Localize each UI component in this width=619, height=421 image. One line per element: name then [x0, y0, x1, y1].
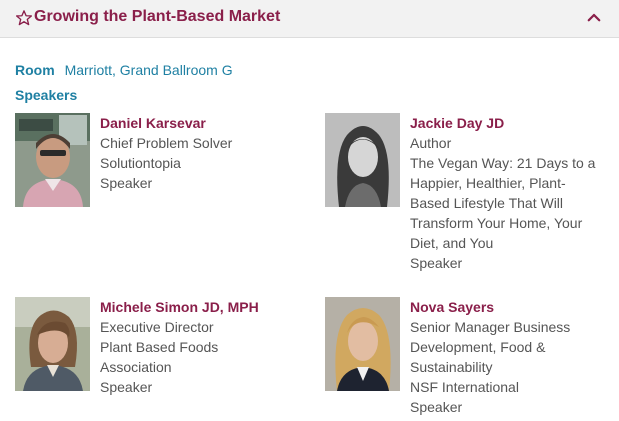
- speaker-detail: Based Lifestyle That Will: [410, 195, 564, 211]
- speaker-title: Executive Director: [100, 319, 214, 335]
- speaker-name[interactable]: Jackie Day JD: [410, 113, 595, 133]
- speaker-organization: NSF International: [410, 379, 519, 395]
- speaker-photo[interactable]: [325, 113, 400, 207]
- star-outline-icon[interactable]: [15, 9, 33, 27]
- speaker-card: Jackie Day JD Author The Vegan Way: 21 D…: [325, 113, 615, 278]
- speaker-role: Speaker: [100, 175, 153, 191]
- speaker-card: Daniel Karsevar Chief Problem Solver Sol…: [15, 113, 305, 213]
- speaker-photo[interactable]: [15, 297, 90, 391]
- speaker-title: Development, Food &: [410, 339, 546, 355]
- speaker-organization: Solutiontopia: [100, 155, 181, 171]
- session-header[interactable]: Growing the Plant-Based Market: [0, 0, 619, 38]
- room-info: Room Marriott, Grand Ballroom G: [15, 62, 233, 78]
- speaker-detail: Happier, Healthier, Plant-: [410, 175, 566, 191]
- speaker-photo[interactable]: [15, 113, 90, 207]
- speaker-role: Speaker: [100, 379, 153, 395]
- speaker-info: Michele Simon JD, MPH Executive Director…: [100, 297, 259, 397]
- speaker-name[interactable]: Michele Simon JD, MPH: [100, 297, 259, 317]
- speaker-info: Nova Sayers Senior Manager Business Deve…: [410, 297, 570, 417]
- room-label: Room: [15, 62, 55, 78]
- speaker-info: Jackie Day JD Author The Vegan Way: 21 D…: [410, 113, 595, 273]
- speaker-title: Chief Problem Solver: [100, 135, 233, 151]
- speaker-card: Michele Simon JD, MPH Executive Director…: [15, 297, 305, 397]
- session-title: Growing the Plant-Based Market: [34, 8, 281, 25]
- speaker-photo[interactable]: [325, 297, 400, 391]
- speaker-role: Speaker: [410, 399, 463, 415]
- chevron-up-icon[interactable]: [585, 9, 603, 27]
- speaker-organization: Association: [100, 359, 172, 375]
- speaker-title: Senior Manager Business: [410, 319, 571, 335]
- speaker-role: Speaker: [410, 255, 463, 271]
- speaker-detail: Diet, and You: [410, 235, 494, 251]
- speaker-detail: Transform Your Home, Your: [410, 215, 583, 231]
- room-link[interactable]: Marriott, Grand Ballroom G: [65, 62, 233, 78]
- speaker-detail: The Vegan Way: 21 Days to a: [410, 155, 596, 171]
- speaker-info: Daniel Karsevar Chief Problem Solver Sol…: [100, 113, 232, 193]
- speaker-title: Author: [410, 135, 452, 151]
- speaker-name[interactable]: Nova Sayers: [410, 297, 570, 317]
- speakers-heading: Speakers: [15, 87, 78, 103]
- speaker-organization: Plant Based Foods: [100, 339, 219, 355]
- speaker-title: Sustainability: [410, 359, 493, 375]
- speaker-card: Nova Sayers Senior Manager Business Deve…: [325, 297, 615, 417]
- speaker-name[interactable]: Daniel Karsevar: [100, 113, 232, 133]
